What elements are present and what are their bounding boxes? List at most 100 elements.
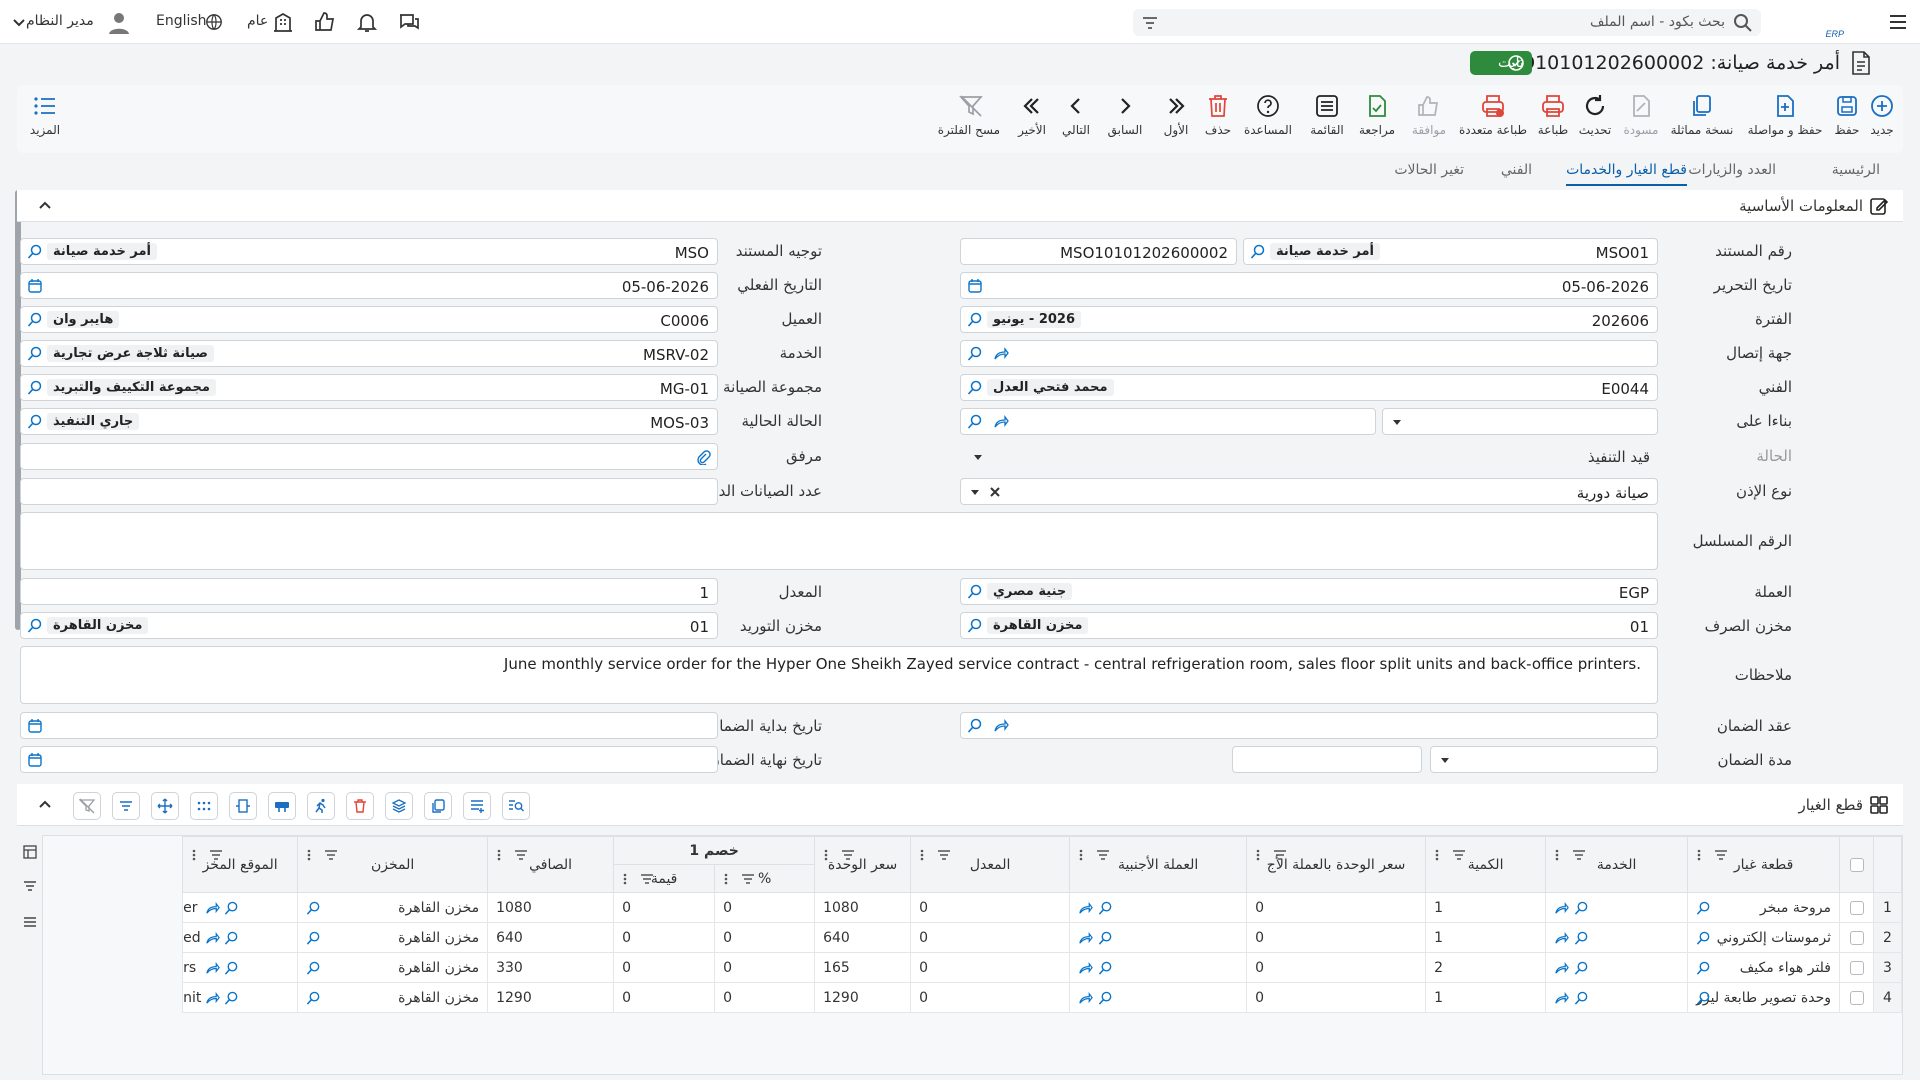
column-menu-icon[interactable] (306, 848, 312, 862)
save-continue-button[interactable]: حفظ و مواصلة (1743, 93, 1827, 137)
bell-icon[interactable] (355, 10, 379, 34)
col-unit-price[interactable]: سعر الوحدة (814, 836, 912, 893)
building-icon[interactable] (271, 10, 295, 34)
share-arrow-icon[interactable] (993, 346, 1009, 362)
cell-rate[interactable]: 0 (910, 892, 1071, 923)
search-lookup-icon[interactable] (224, 961, 239, 976)
row-checkbox[interactable] (1849, 900, 1864, 915)
column-menu-icon[interactable] (496, 848, 502, 862)
column-filter-icon[interactable] (514, 848, 528, 862)
search-lookup-icon[interactable] (224, 931, 239, 946)
user-name[interactable]: مدير النظام (26, 13, 94, 29)
table-icon[interactable] (23, 845, 37, 859)
filter-icon[interactable] (23, 880, 37, 894)
col-service[interactable]: الخدمة (1545, 836, 1689, 893)
permit-type-select[interactable]: صيانة دورية (960, 478, 1658, 505)
col-rate[interactable]: المعدل (910, 836, 1071, 893)
cell-part[interactable]: ثرموستات إلكتروني (1687, 922, 1840, 953)
table-row[interactable]: 3 فلتر هواء مكيف 2 0 0 165 0 0 330 مخزن القاهرة… (182, 952, 1902, 983)
column-filter-icon[interactable] (1714, 848, 1728, 862)
search-lookup-icon[interactable] (967, 718, 983, 734)
search-lookup-icon[interactable] (224, 901, 239, 916)
grid-copy-button[interactable] (424, 792, 452, 820)
cell-service[interactable] (1545, 952, 1689, 983)
cell-discount-value[interactable]: 0 (613, 982, 716, 1013)
cell-location[interactable]: ed (182, 922, 299, 953)
current-state-field[interactable]: MOS-03 جاري التنفيذ (20, 408, 718, 435)
grid-layers-button[interactable] (385, 792, 413, 820)
last-button[interactable]: الأخير (1017, 93, 1047, 137)
column-filter-icon[interactable] (1096, 848, 1110, 862)
column-filter-icon[interactable] (1452, 848, 1466, 862)
cell-foreign-currency[interactable] (1069, 892, 1248, 923)
cell-store[interactable]: مخزن القاهرة (297, 952, 489, 983)
grid-columns-button[interactable] (268, 792, 296, 820)
cell-service[interactable] (1545, 922, 1689, 953)
row-select[interactable] (1839, 892, 1874, 923)
cell-discount-pct[interactable]: 0 (714, 892, 816, 923)
edit-date-field[interactable]: 05-06-2026 (960, 272, 1658, 299)
help-button[interactable]: المساعدة (1243, 93, 1293, 137)
cell-unit-price[interactable]: 1290 (814, 982, 912, 1013)
cell-qty[interactable]: 1 (1425, 892, 1547, 923)
grid-move-button[interactable] (151, 792, 179, 820)
technician-field[interactable]: E0044 محمد فتحي العدل (960, 374, 1658, 401)
search-lookup-icon[interactable] (1098, 931, 1113, 946)
contact-field[interactable] (960, 340, 1658, 367)
search-lookup-icon[interactable] (1696, 931, 1711, 946)
col-part[interactable]: قطعة غيار (1687, 836, 1840, 893)
clear-filter-button[interactable]: مسح الفلترة (938, 93, 1000, 137)
search-lookup-icon[interactable] (967, 414, 983, 430)
search-lookup-icon[interactable] (1696, 991, 1711, 1006)
doc-number-field[interactable]: MSO01 أمر خدمة صيانة (1243, 238, 1658, 265)
tab-main[interactable]: الرئيسية (1832, 162, 1880, 184)
cell-net[interactable]: 1290 (487, 982, 615, 1013)
grid-resize-button[interactable] (229, 792, 257, 820)
row-select[interactable] (1839, 922, 1874, 953)
warranty-period-input[interactable] (1232, 746, 1422, 773)
cell-part[interactable]: فلتر هواء مكيف (1687, 952, 1840, 983)
column-menu-icon[interactable] (622, 872, 628, 886)
row-checkbox[interactable] (1849, 960, 1864, 975)
review-button[interactable]: مراجعة (1357, 93, 1397, 137)
cell-unit-price[interactable]: 640 (814, 922, 912, 953)
supply-store-field[interactable]: 01 مخزن القاهرة (20, 612, 718, 639)
print-button[interactable]: طباعة (1535, 93, 1571, 137)
search-lookup-icon[interactable] (306, 901, 321, 916)
tab-technician[interactable]: الفني (1501, 162, 1532, 184)
grid-filter-button[interactable] (112, 792, 140, 820)
column-filter-icon[interactable] (937, 848, 951, 862)
calendar-icon[interactable] (967, 278, 983, 294)
search-lookup-icon[interactable] (967, 312, 983, 328)
share-arrow-icon[interactable] (993, 414, 1009, 430)
cell-qty[interactable]: 1 (1425, 982, 1547, 1013)
column-menu-icon[interactable] (723, 872, 729, 886)
cell-discount-pct[interactable]: 0 (714, 952, 816, 983)
search-lookup-icon[interactable] (27, 312, 43, 328)
period-field[interactable]: 202606 2026 - يونيو (960, 306, 1658, 333)
issue-store-field[interactable]: 01 مخزن القاهرة (960, 612, 1658, 639)
grid-insert-row-button[interactable] (463, 792, 491, 820)
grid-runner-button[interactable] (307, 792, 335, 820)
col-store[interactable]: المخزن (297, 836, 489, 893)
column-filter-icon[interactable] (640, 872, 654, 886)
clear-icon[interactable] (989, 486, 1001, 498)
column-menu-icon[interactable] (1255, 848, 1261, 862)
menu-lines-icon[interactable] (23, 915, 37, 929)
share-arrow-icon[interactable] (205, 901, 220, 916)
tab-tools-visits[interactable]: العدد والزيارات (1688, 162, 1776, 184)
maint-group-field[interactable]: MG-01 مجموعة التكييف والتبريد (20, 374, 718, 401)
column-menu-icon[interactable] (191, 848, 197, 862)
refresh-button[interactable]: تحديث (1577, 93, 1613, 137)
cell-fc-price[interactable]: 0 (1246, 952, 1427, 983)
calendar-icon[interactable] (27, 752, 43, 768)
doc-serial-field[interactable]: MSO10101202600002 (960, 238, 1237, 265)
share-arrow-icon[interactable] (1554, 991, 1569, 1006)
chat-icon[interactable] (397, 10, 421, 34)
notes-textarea[interactable]: June monthly service order for the Hyper… (20, 646, 1658, 704)
cell-net[interactable]: 640 (487, 922, 615, 953)
column-menu-icon[interactable] (823, 848, 829, 862)
scope-label[interactable]: عام (247, 13, 268, 29)
based-on-field[interactable] (960, 408, 1376, 435)
share-arrow-icon[interactable] (1078, 961, 1093, 976)
